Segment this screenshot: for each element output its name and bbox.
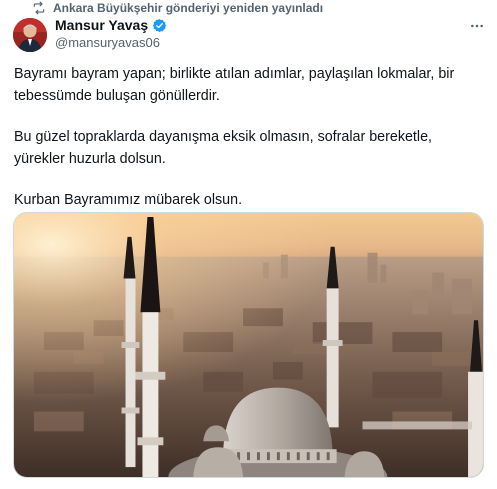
tweet-line: Kurban Bayramımız mübarek olsun. bbox=[14, 192, 243, 208]
tweet-paragraph-2: Bu güzel topraklarda dayanışma eksik olm… bbox=[14, 127, 484, 170]
tweet-line: tebessümde buluşan gönüllerdir. bbox=[14, 87, 220, 104]
tweet-line: Bayramı bayram yapan; birlikte atılan ad… bbox=[14, 66, 455, 82]
author-handle[interactable]: @mansuryavas06 bbox=[55, 35, 160, 50]
author-name-row[interactable]: Mansur Yavaş bbox=[55, 17, 167, 33]
tweet-line: yürekler huzurla dolsun. bbox=[14, 150, 166, 167]
repost-indicator[interactable]: Ankara Büyükşehir gönderiyi yeniden yayı… bbox=[32, 0, 323, 16]
tweet-text: Bayramı bayram yapan; birlikte atılan ad… bbox=[14, 64, 484, 212]
tweet-paragraph-1: Bayramı bayram yapan; birlikte atılan ad… bbox=[14, 64, 484, 107]
repost-text: Ankara Büyükşehir gönderiyi yeniden yayı… bbox=[53, 1, 324, 15]
verified-badge-icon bbox=[152, 18, 167, 33]
author-avatar[interactable] bbox=[13, 18, 47, 52]
repost-icon bbox=[32, 1, 46, 15]
tweet-photo[interactable] bbox=[13, 212, 484, 478]
tweet-line: Bu güzel topraklarda dayanışma eksik olm… bbox=[14, 129, 432, 145]
more-options-button[interactable] bbox=[466, 17, 488, 35]
more-horizontal-icon bbox=[469, 18, 485, 34]
author-display-name[interactable]: Mansur Yavaş bbox=[55, 17, 148, 33]
tweet-paragraph-3: Kurban Bayramımız mübarek olsun. bbox=[14, 190, 484, 212]
